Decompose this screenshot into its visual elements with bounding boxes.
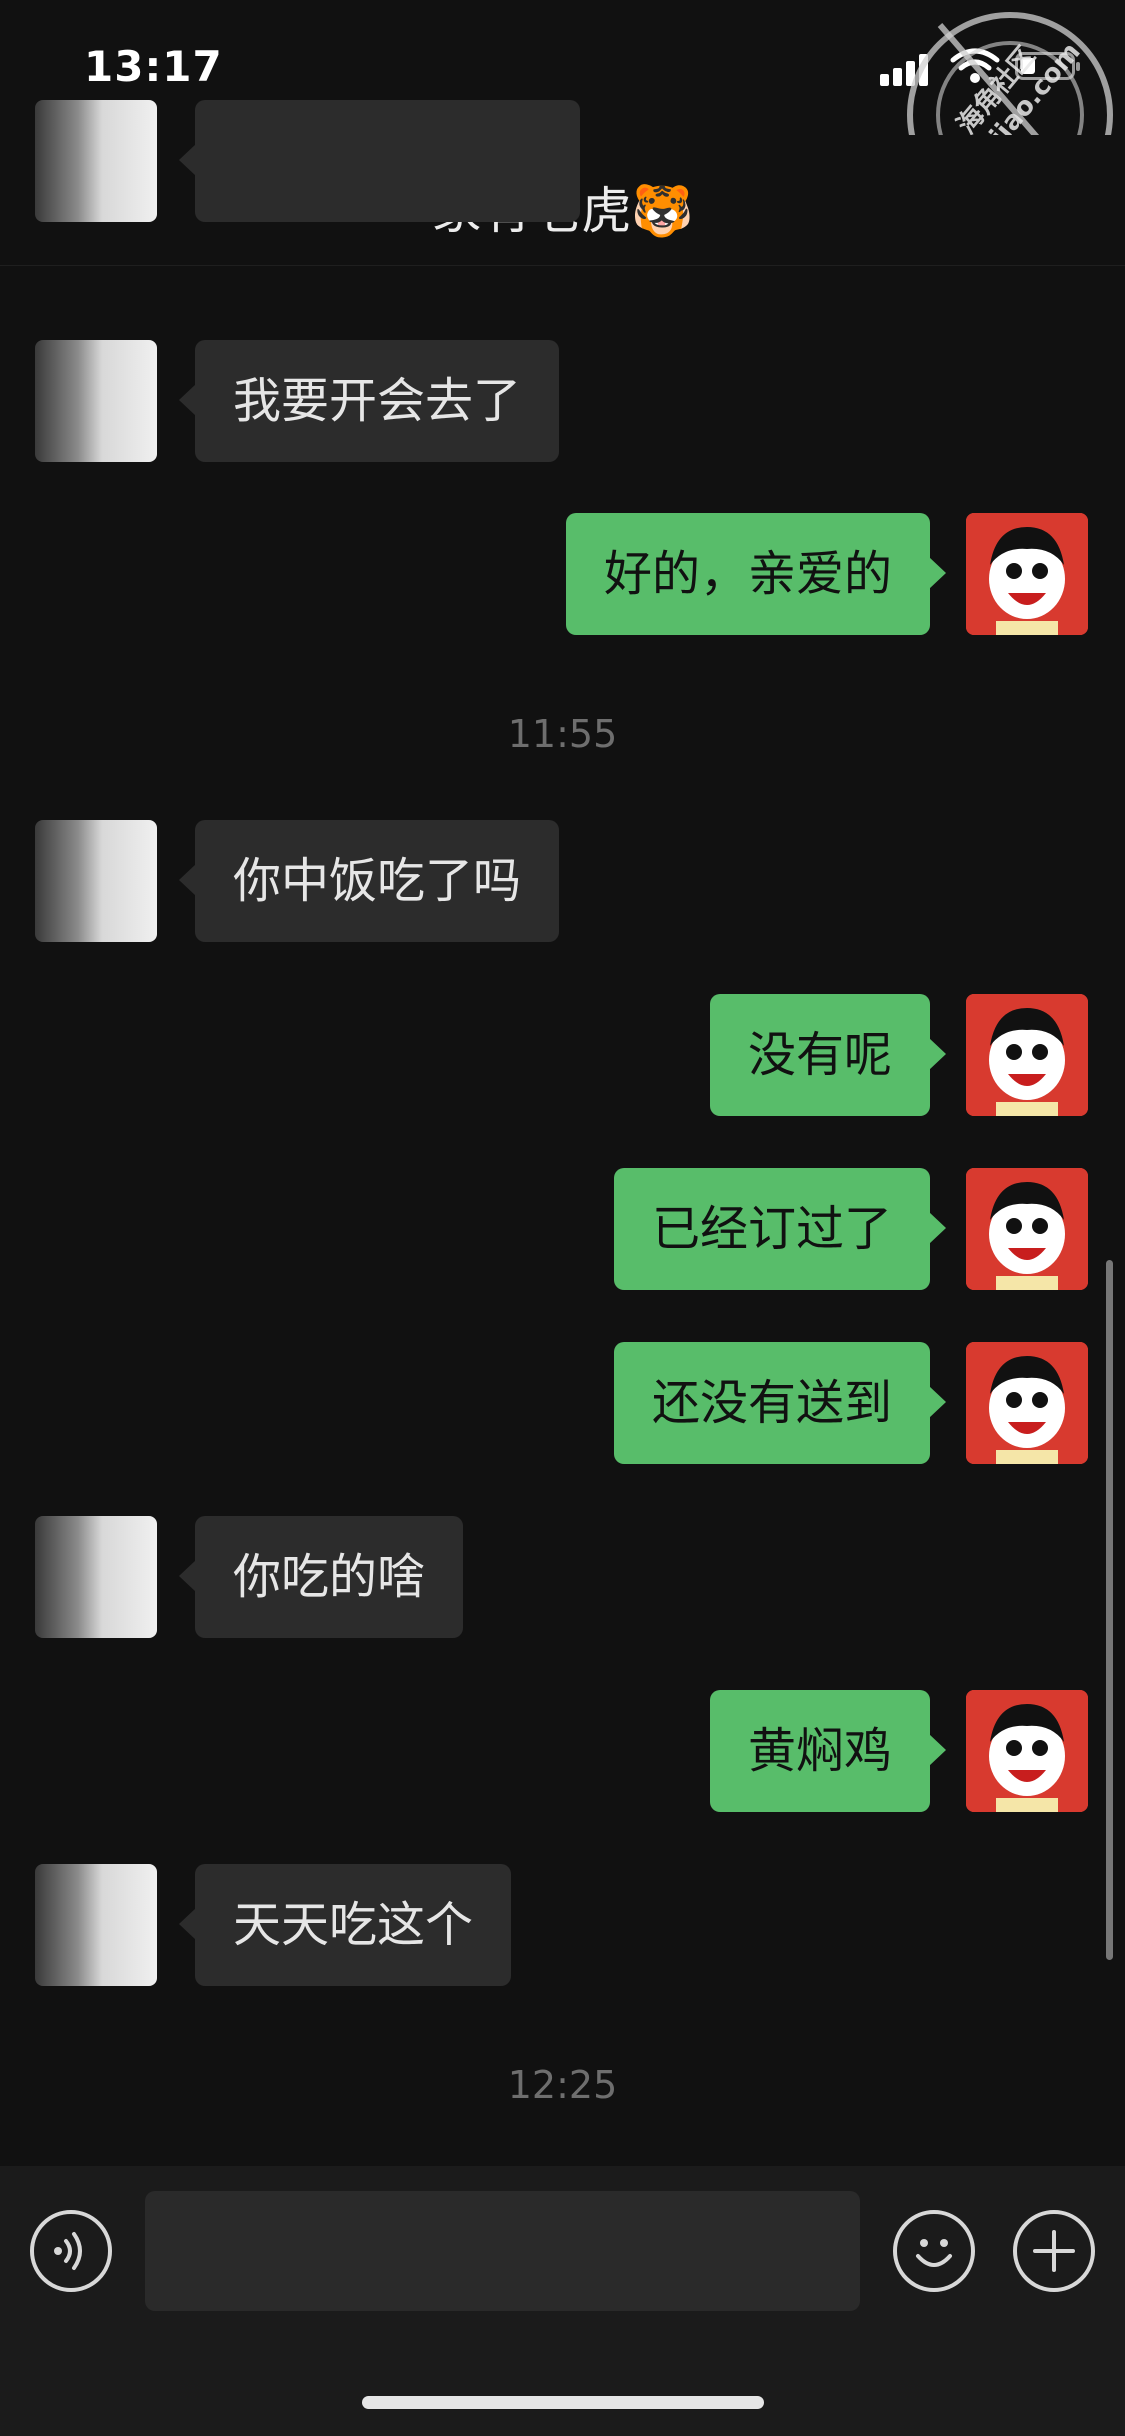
voice-wave-icon [54, 2232, 82, 2270]
message-row: 好的，亲爱的 [0, 513, 1125, 635]
message-input[interactable] [145, 2191, 860, 2311]
scrollbar[interactable] [1106, 1260, 1113, 1960]
my-avatar[interactable] [966, 513, 1088, 635]
friend-avatar[interactable] [35, 1516, 157, 1638]
my-avatar[interactable] [966, 1342, 1088, 1464]
plus-icon [1033, 2230, 1075, 2272]
message-row: 天天吃这个 [0, 1864, 1125, 1986]
cartoon-boy-avatar-icon [966, 994, 1088, 1116]
friend-avatar[interactable] [35, 340, 157, 462]
message-bubble[interactable]: 黄焖鸡 [709, 1690, 947, 1812]
message-row: 黄焖鸡 [0, 1690, 1125, 1812]
home-indicator[interactable] [362, 2396, 764, 2409]
message-timestamp: 12:25 [507, 2063, 618, 2107]
cartoon-boy-avatar-icon [966, 1342, 1088, 1464]
message-row-clipped [0, 100, 1125, 288]
message-bubble[interactable]: 你中饭吃了吗 [178, 820, 560, 942]
message-timestamp: 11:55 [507, 712, 618, 756]
cartoon-boy-avatar-icon [966, 1690, 1088, 1812]
message-row: 没有呢 [0, 994, 1125, 1116]
message-row: 我要开会去了 [0, 340, 1125, 462]
friend-avatar[interactable] [35, 100, 157, 222]
more-actions-button[interactable] [1013, 2210, 1095, 2292]
emoji-button[interactable] [893, 2210, 975, 2292]
message-row: 你吃的啥 [0, 1516, 1125, 1638]
message-bubble[interactable]: 还没有送到 [613, 1342, 947, 1464]
voice-input-button[interactable] [30, 2210, 112, 2292]
friend-avatar[interactable] [35, 1864, 157, 1986]
cartoon-boy-avatar-icon [966, 513, 1088, 635]
message-bubble[interactable]: 天天吃这个 [178, 1864, 512, 1986]
message-bubble[interactable]: 好的，亲爱的 [565, 513, 947, 635]
cartoon-boy-avatar-icon [966, 1168, 1088, 1290]
message-row: 已经订过了 [0, 1168, 1125, 1290]
message-bubble-clipped[interactable] [179, 100, 580, 222]
message-bubble[interactable]: 我要开会去了 [178, 340, 560, 462]
my-avatar[interactable] [966, 994, 1088, 1116]
status-time: 13:17 [84, 42, 223, 91]
my-avatar[interactable] [966, 1690, 1088, 1812]
message-bubble[interactable]: 已经订过了 [613, 1168, 947, 1290]
message-bubble[interactable]: 你吃的啥 [178, 1516, 464, 1638]
friend-avatar[interactable] [35, 820, 157, 942]
message-row: 还没有送到 [0, 1342, 1125, 1464]
message-bubble[interactable]: 没有呢 [709, 994, 947, 1116]
my-avatar[interactable] [966, 1168, 1088, 1290]
smiley-face-icon [916, 2239, 952, 2267]
message-row: 你中饭吃了吗 [0, 820, 1125, 942]
